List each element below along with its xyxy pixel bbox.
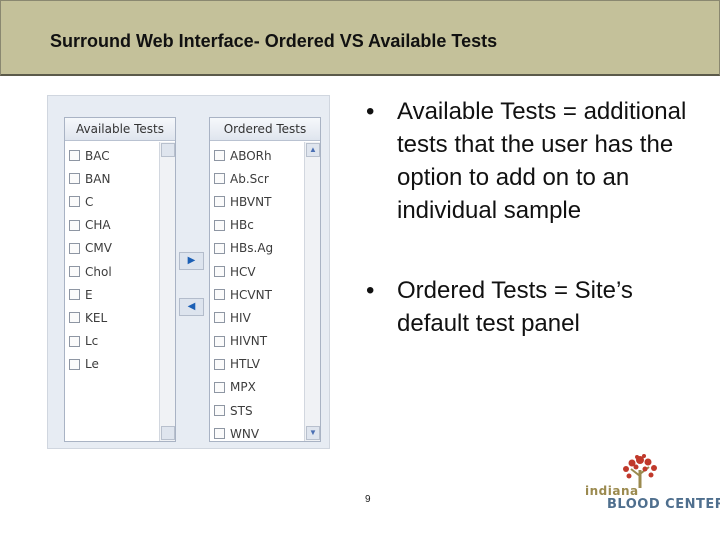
test-selection-screenshot: Available Tests BAC BAN C CHA CMV Chol E… xyxy=(47,95,330,449)
bullet-text: Ordered Tests = Site’s default test pane… xyxy=(397,277,633,337)
list-item[interactable]: HCV xyxy=(210,260,305,283)
checkbox[interactable] xyxy=(214,312,225,324)
bullet-text: Available Tests = additional tests that … xyxy=(397,98,687,224)
checkbox[interactable] xyxy=(69,173,80,185)
move-to-available-button[interactable]: ◀ xyxy=(179,298,204,316)
ordered-tests-panel: Ordered Tests ABORh Ab.Scr HBVNT HBc HBs… xyxy=(209,117,321,442)
checkbox[interactable] xyxy=(214,219,225,231)
checkbox[interactable] xyxy=(214,173,225,185)
checkbox[interactable] xyxy=(69,289,80,301)
checkbox[interactable] xyxy=(69,335,80,347)
triangle-right-icon: ▶ xyxy=(187,255,196,266)
list-item[interactable]: E xyxy=(65,283,160,306)
checkbox[interactable] xyxy=(214,335,225,347)
checkbox[interactable] xyxy=(69,150,80,162)
ordered-tests-list: ABORh Ab.Scr HBVNT HBc HBs.Ag HCV HCVNT … xyxy=(210,144,305,445)
list-item[interactable]: HIV xyxy=(210,306,305,329)
scroll-down-icon[interactable]: ▼ xyxy=(306,426,320,440)
available-scrollbar[interactable] xyxy=(159,142,175,441)
list-item[interactable]: HBVNT xyxy=(210,190,305,213)
ordered-scrollbar[interactable]: ▲ ▼ xyxy=(304,142,320,441)
checkbox[interactable] xyxy=(214,266,225,278)
list-item[interactable]: BAC xyxy=(65,144,160,167)
list-item[interactable]: CMV xyxy=(65,237,160,260)
scroll-up-icon[interactable] xyxy=(161,143,175,157)
checkbox[interactable] xyxy=(69,196,80,208)
bullet-icon: • xyxy=(366,98,375,125)
scroll-up-icon[interactable]: ▲ xyxy=(306,143,320,157)
list-item[interactable]: HBs.Ag xyxy=(210,237,305,260)
ordered-tests-header: Ordered Tests xyxy=(210,118,320,141)
slide-title: Surround Web Interface- Ordered VS Avail… xyxy=(50,31,498,51)
list-item[interactable]: MPX xyxy=(210,376,305,399)
list-item[interactable]: HIVNT xyxy=(210,330,305,353)
list-item[interactable]: WNV xyxy=(210,422,305,445)
list-item[interactable]: STS xyxy=(210,399,305,422)
list-item[interactable]: ABORh xyxy=(210,144,305,167)
bullet-icon: • xyxy=(366,277,375,304)
logo-line2: BLOOD CENTER xyxy=(607,497,720,512)
available-tests-list: BAC BAN C CHA CMV Chol E KEL Lc Le xyxy=(65,144,160,376)
list-item[interactable]: CHA xyxy=(65,214,160,237)
page-number: 9 xyxy=(365,494,371,505)
list-item[interactable]: HCVNT xyxy=(210,283,305,306)
checkbox[interactable] xyxy=(214,381,225,393)
triangle-left-icon: ◀ xyxy=(187,301,196,312)
checkbox[interactable] xyxy=(69,266,80,278)
list-item[interactable]: KEL xyxy=(65,306,160,329)
bullet-item: • Ordered Tests = Site’s default test pa… xyxy=(366,274,696,340)
checkbox[interactable] xyxy=(214,150,225,162)
available-tests-header: Available Tests xyxy=(65,118,175,141)
bullet-list: • Available Tests = additional tests tha… xyxy=(366,95,696,340)
list-item[interactable]: HTLV xyxy=(210,353,305,376)
available-tests-panel: Available Tests BAC BAN C CHA CMV Chol E… xyxy=(64,117,176,442)
checkbox[interactable] xyxy=(69,219,80,231)
checkbox[interactable] xyxy=(214,242,225,254)
checkbox[interactable] xyxy=(214,405,225,417)
title-bar: Surround Web Interface- Ordered VS Avail… xyxy=(0,0,720,76)
list-item[interactable]: C xyxy=(65,190,160,213)
list-item[interactable]: BAN xyxy=(65,167,160,190)
indiana-blood-center-logo: indiana BLOOD CENTER xyxy=(585,454,720,516)
tree-icon xyxy=(623,454,657,488)
checkbox[interactable] xyxy=(214,358,225,370)
checkbox[interactable] xyxy=(69,358,80,370)
list-item[interactable]: HBc xyxy=(210,214,305,237)
checkbox[interactable] xyxy=(69,242,80,254)
list-item[interactable]: Ab.Scr xyxy=(210,167,305,190)
checkbox[interactable] xyxy=(214,428,225,440)
checkbox[interactable] xyxy=(69,312,80,324)
move-to-ordered-button[interactable]: ▶ xyxy=(179,252,204,270)
checkbox[interactable] xyxy=(214,196,225,208)
list-item[interactable]: Lc xyxy=(65,330,160,353)
logo-line1: indiana xyxy=(585,484,639,498)
scroll-down-icon[interactable] xyxy=(161,426,175,440)
checkbox[interactable] xyxy=(214,289,225,301)
list-item[interactable]: Chol xyxy=(65,260,160,283)
list-item[interactable]: Le xyxy=(65,353,160,376)
bullet-item: • Available Tests = additional tests tha… xyxy=(366,95,696,227)
